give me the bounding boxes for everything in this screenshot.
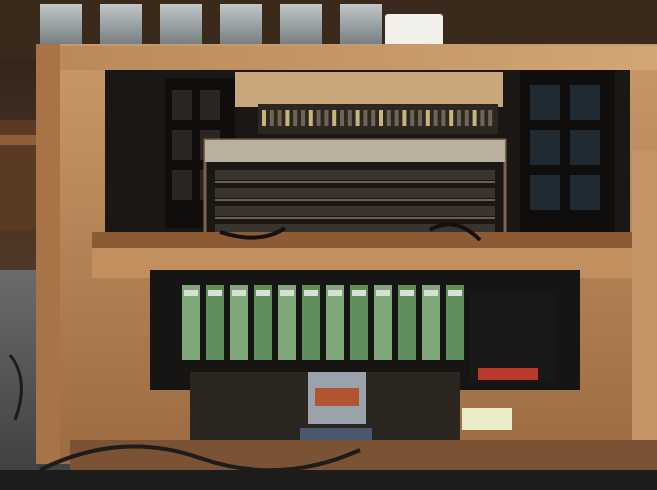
relay-board-chip (376, 290, 390, 296)
top-contact (355, 110, 360, 126)
top-contact (316, 110, 321, 126)
relay-board (374, 285, 392, 360)
window-pane (160, 4, 202, 48)
right-pin-block (530, 85, 560, 120)
top-contact (340, 110, 344, 126)
window-pane (220, 4, 262, 48)
bright-light-patch (462, 408, 512, 430)
rack-row (215, 188, 495, 198)
top-relay-frame (235, 72, 503, 107)
top-contact (277, 110, 282, 126)
top-contact (433, 110, 438, 126)
top-contact (269, 110, 274, 126)
top-contact (332, 110, 337, 126)
relay-board-chip (256, 290, 270, 296)
top-contact (371, 110, 376, 126)
relay-board-chip (208, 290, 222, 296)
photo-scene (0, 0, 657, 490)
top-contact (457, 110, 461, 126)
top-contact (441, 110, 446, 126)
relay-board-chip (184, 290, 198, 296)
relay-board-chip (424, 290, 438, 296)
top-contact (449, 110, 454, 126)
top-contact (488, 110, 493, 126)
rack-row (215, 206, 495, 216)
relay-board (446, 285, 464, 360)
window-pane (340, 4, 382, 48)
floor-bottom (0, 470, 657, 490)
relay-board-chip (304, 290, 318, 296)
top-contact (293, 110, 298, 126)
top-contact (379, 110, 383, 126)
left-pin-block (172, 130, 192, 160)
right-pin-block (570, 85, 600, 120)
relay-board (398, 285, 416, 360)
top-contact (402, 110, 407, 126)
relay-board (182, 285, 200, 360)
base-board (70, 440, 657, 470)
top-contact (262, 110, 266, 126)
relay-board (302, 285, 320, 360)
top-contact (464, 110, 469, 126)
window-pane (280, 4, 322, 48)
relay-board (254, 285, 272, 360)
relay-board (278, 285, 296, 360)
cabinet-top-rail (60, 46, 657, 70)
relay-board-chip (352, 290, 366, 296)
top-contact (363, 110, 368, 126)
left-pin-block (172, 170, 192, 200)
right-post (632, 150, 657, 464)
rack-row-rail (215, 199, 495, 201)
relay-board-chip (328, 290, 342, 296)
rack-row-rail (215, 181, 495, 183)
power-supply-label (315, 388, 359, 406)
relay-board (206, 285, 224, 360)
right-pin-block (530, 130, 560, 165)
top-contact (394, 110, 399, 126)
right-pin-block (570, 130, 600, 165)
relay-board-chip (448, 290, 462, 296)
top-contact (410, 110, 415, 126)
top-contact (301, 110, 305, 126)
relay-board (422, 285, 440, 360)
upper-rack-header (205, 140, 505, 162)
top-contact (285, 110, 290, 126)
top-contact (472, 110, 477, 126)
relay-board-chip (232, 290, 246, 296)
top-contact (418, 110, 422, 126)
left-post (36, 44, 60, 464)
controller-red-connector (478, 368, 538, 380)
top-contact (347, 110, 352, 126)
top-contact (386, 110, 391, 126)
window-pane (40, 4, 82, 48)
left-pin-block (172, 90, 192, 120)
relay-board (350, 285, 368, 360)
top-contact (425, 110, 430, 126)
left-pin-block (200, 90, 220, 120)
relay-board-chip (280, 290, 294, 296)
right-pin-block (530, 175, 560, 210)
rack-row-rail (215, 217, 495, 219)
rack-row (215, 170, 495, 180)
relay-board (326, 285, 344, 360)
right-pin-block (570, 175, 600, 210)
relay-board (230, 285, 248, 360)
photo-canvas (0, 0, 657, 490)
top-contact (480, 110, 485, 126)
top-contact (308, 110, 313, 126)
relay-board-chip (400, 290, 414, 296)
window-pane (100, 4, 142, 48)
top-contact (324, 110, 329, 126)
